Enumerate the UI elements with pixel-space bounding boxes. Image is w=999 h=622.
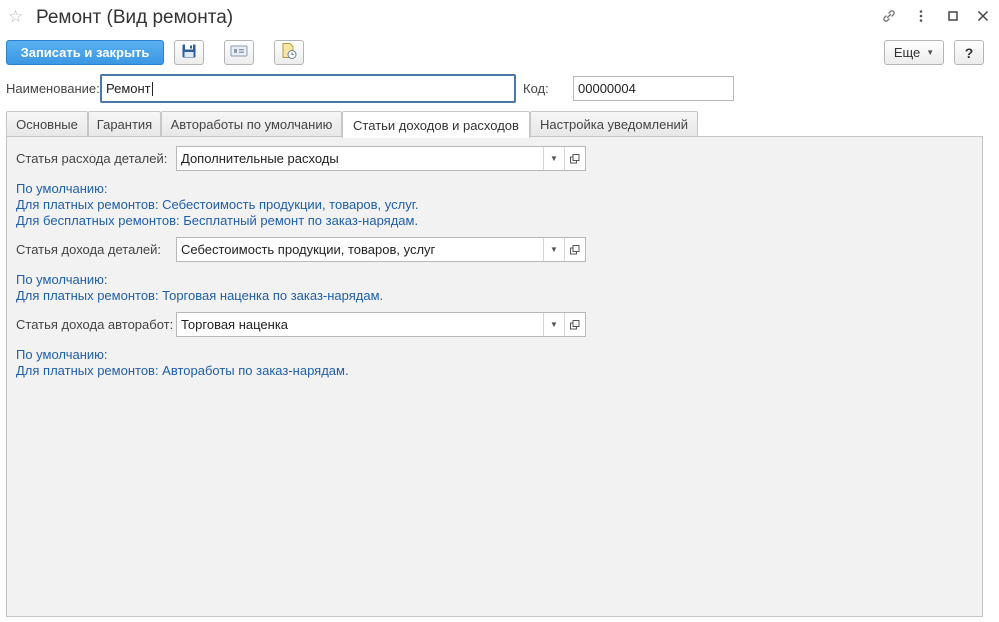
maximize-icon[interactable] <box>944 8 962 26</box>
more-button-label: Еще <box>893 45 921 60</box>
history-button[interactable] <box>274 40 304 65</box>
text-cursor <box>151 81 153 96</box>
floppy-disk-icon <box>181 43 197 62</box>
code-input[interactable]: 00000004 <box>573 76 734 101</box>
open-item-icon[interactable] <box>564 147 585 170</box>
more-button[interactable]: Еще ▼ <box>884 40 944 65</box>
name-input[interactable]: Ремонт <box>100 74 516 103</box>
more-vertical-icon[interactable] <box>912 8 930 26</box>
close-icon[interactable] <box>974 8 992 26</box>
works-income-select[interactable]: Торговая наценка ▼ <box>176 312 586 337</box>
open-item-icon[interactable] <box>564 238 585 261</box>
name-input-value: Ремонт <box>106 81 151 96</box>
document-clock-icon <box>280 42 298 63</box>
favorite-star-icon[interactable]: ☆ <box>8 8 26 26</box>
parts-expense-hint-line: Для платных ремонтов: Себестоимость прод… <box>16 197 419 212</box>
document-register-icon <box>230 44 248 61</box>
help-button[interactable]: ? <box>954 40 984 65</box>
name-label: Наименование: <box>6 81 100 96</box>
window-title: Ремонт (Вид ремонта) <box>36 7 234 28</box>
parts-expense-hint-line: По умолчанию: <box>16 181 108 196</box>
tab-default-works[interactable]: Автоработы по умолчанию <box>161 111 342 137</box>
parts-expense-select[interactable]: Дополнительные расходы ▼ <box>176 146 586 171</box>
parts-expense-value: Дополнительные расходы <box>181 151 339 166</box>
tab-warranty[interactable]: Гарантия <box>88 111 161 137</box>
save-button[interactable] <box>174 40 204 65</box>
works-income-hint-line: Для платных ремонтов: Автоработы по зака… <box>16 363 349 378</box>
parts-income-value: Себестоимость продукции, товаров, услуг <box>181 242 436 257</box>
tab-main[interactable]: Основные <box>6 111 88 137</box>
open-item-icon[interactable] <box>564 313 585 336</box>
parts-income-hint-line: Для платных ремонтов: Торговая наценка п… <box>16 288 384 303</box>
dropdown-arrow-icon[interactable]: ▼ <box>543 147 564 170</box>
tab-notification-settings[interactable]: Настройка уведомлений <box>530 111 698 137</box>
save-and-close-button[interactable]: Записать и закрыть <box>6 40 164 65</box>
code-label: Код: <box>523 81 549 96</box>
link-icon[interactable] <box>880 8 898 26</box>
parts-expense-hint-line: Для бесплатных ремонтов: Бесплатный ремо… <box>16 213 419 228</box>
parts-income-label: Статья дохода деталей: <box>16 242 162 257</box>
works-income-hint-line: По умолчанию: <box>16 347 108 362</box>
parts-expense-label: Статья расхода деталей: <box>16 151 168 166</box>
parts-income-select[interactable]: Себестоимость продукции, товаров, услуг … <box>176 237 586 262</box>
works-income-value: Торговая наценка <box>181 317 289 332</box>
tab-income-expense-items[interactable]: Статьи доходов и расходов <box>342 111 530 138</box>
post-button[interactable] <box>224 40 254 65</box>
caret-down-icon: ▼ <box>926 48 935 57</box>
works-income-label: Статья дохода авторабот: <box>16 317 174 332</box>
dropdown-arrow-icon[interactable]: ▼ <box>543 313 564 336</box>
dropdown-arrow-icon[interactable]: ▼ <box>543 238 564 261</box>
parts-income-hint-line: По умолчанию: <box>16 272 108 287</box>
